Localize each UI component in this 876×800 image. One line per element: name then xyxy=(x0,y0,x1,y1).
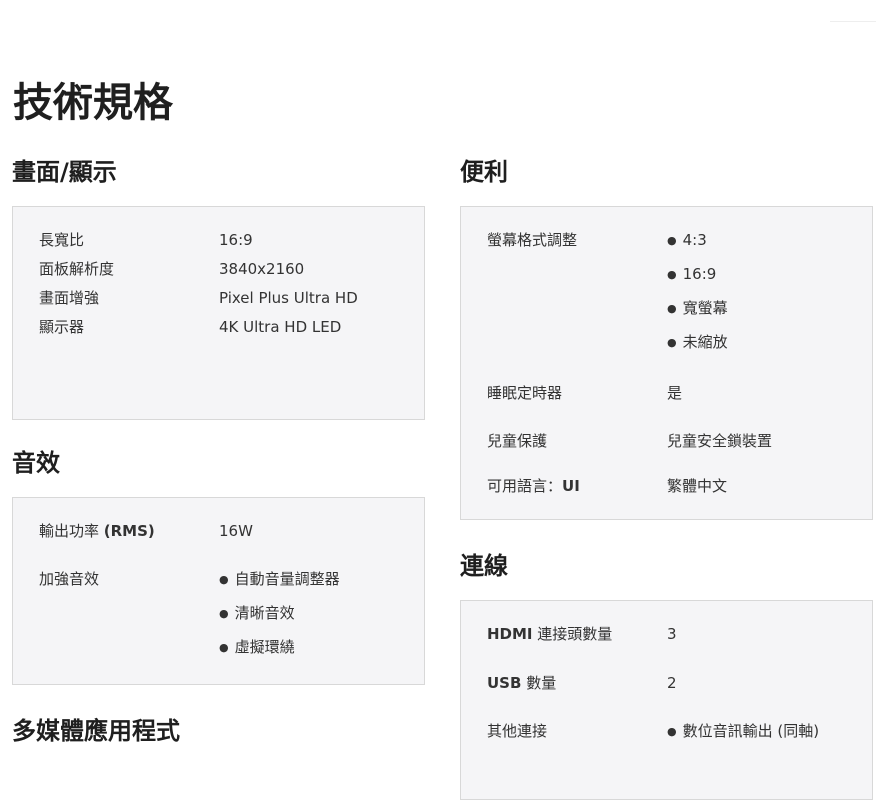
spec-label: USB 數量 xyxy=(487,674,557,692)
spec-value: 4K Ultra HD LED xyxy=(219,318,342,336)
sound-spec-box: 輸出功率 (RMS) 16W 加強音效 自動音量調整器 清晰音效 虛擬環繞 xyxy=(12,497,425,685)
spec-value: 3 xyxy=(667,625,677,643)
spec-label: 畫面增強 xyxy=(39,289,100,307)
spec-label: 輸出功率 (RMS) xyxy=(39,522,155,540)
spec-label: 加強音效 xyxy=(39,570,100,588)
display-spec-box: 長寬比 16:9 面板解析度 3840x2160 畫面增強 Pixel Plus… xyxy=(12,206,425,420)
connectivity-spec-box: HDMI 連接頭數量 3 USB 數量 2 其他連接 數位音訊輸出 (同軸) xyxy=(460,600,873,800)
section-title-multimedia: 多媒體應用程式 xyxy=(12,717,180,745)
section-title-convenience: 便利 xyxy=(460,158,508,186)
spec-label: 顯示器 xyxy=(39,318,85,336)
spec-label: HDMI 連接頭數量 xyxy=(487,625,613,643)
spec-value: 16:9 xyxy=(219,231,253,249)
list-item: 寬螢幕 xyxy=(667,298,728,320)
spec-label: 可用語言：UI xyxy=(487,477,580,495)
list-item: 未縮放 xyxy=(667,332,728,354)
spec-value: 繁體中文 xyxy=(667,477,728,495)
left-column: 畫面/顯示 長寬比 16:9 面板解析度 3840x2160 畫面增強 Pixe… xyxy=(12,156,425,747)
list-item: 數位音訊輸出 (同軸) xyxy=(667,721,819,743)
spec-value-list: 4:3 16:9 寬螢幕 未縮放 xyxy=(667,230,728,354)
list-item: 虛擬環繞 xyxy=(219,637,340,659)
spec-label: 長寬比 xyxy=(39,231,85,249)
section-title-connectivity: 連線 xyxy=(460,552,508,580)
page-title: 技術規格 xyxy=(13,80,173,126)
list-item: 4:3 xyxy=(667,230,728,252)
convenience-spec-box: 螢幕格式調整 4:3 16:9 寬螢幕 未縮放 睡眠定時器 是 兒童保護 兒童安… xyxy=(460,206,873,520)
right-column: 便利 螢幕格式調整 4:3 16:9 寬螢幕 未縮放 睡眠定時器 是 兒童保護 … xyxy=(460,156,873,800)
section-title-sound: 音效 xyxy=(12,449,60,477)
list-item: 16:9 xyxy=(667,264,728,286)
top-divider xyxy=(830,21,876,22)
spec-value: 2 xyxy=(667,674,677,692)
section-title-display: 畫面/顯示 xyxy=(12,158,117,186)
spec-label: 螢幕格式調整 xyxy=(487,231,578,249)
spec-value-list: 數位音訊輸出 (同軸) xyxy=(667,721,819,743)
spec-label: 兒童保護 xyxy=(487,432,548,450)
spec-value: 是 xyxy=(667,384,683,402)
spec-value: 16W xyxy=(219,522,253,540)
spec-label: 其他連接 xyxy=(487,722,548,740)
spec-label: 面板解析度 xyxy=(39,260,115,278)
spec-label: 睡眠定時器 xyxy=(487,384,563,402)
list-item: 自動音量調整器 xyxy=(219,569,340,591)
spec-value: Pixel Plus Ultra HD xyxy=(219,289,358,307)
spec-value-list: 自動音量調整器 清晰音效 虛擬環繞 xyxy=(219,569,340,659)
spec-value: 3840x2160 xyxy=(219,260,305,278)
spec-value: 兒童安全鎖裝置 xyxy=(667,432,773,450)
list-item: 清晰音效 xyxy=(219,603,340,625)
